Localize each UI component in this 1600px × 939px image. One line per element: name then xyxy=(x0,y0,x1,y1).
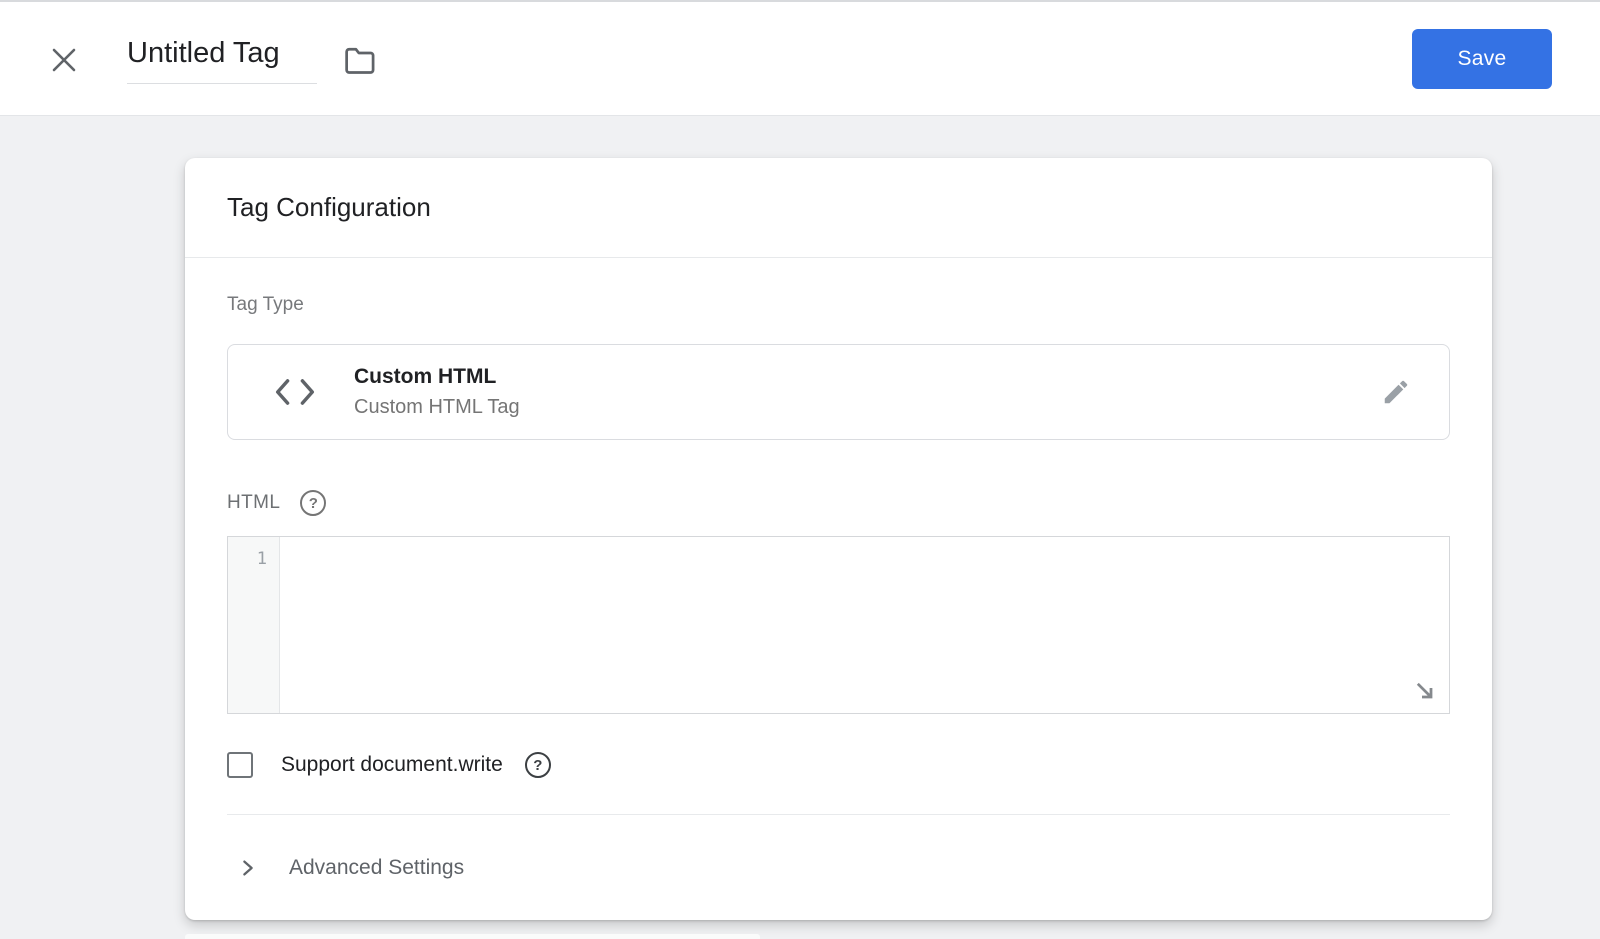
support-document-write-row: Support document.write ? xyxy=(227,752,1450,778)
editor-resize-handle[interactable] xyxy=(1413,679,1437,703)
advanced-settings-toggle[interactable]: Advanced Settings xyxy=(227,815,1450,921)
top-bar: Untitled Tag Save xyxy=(0,2,1600,116)
tag-type-label: Tag Type xyxy=(227,294,1450,316)
support-document-write-checkbox[interactable] xyxy=(227,752,253,778)
html-label: HTML xyxy=(227,492,280,514)
editor-line-number: 1 xyxy=(257,549,267,569)
tag-name-input[interactable]: Untitled Tag xyxy=(127,38,317,84)
next-card-top-edge xyxy=(185,934,760,939)
tag-type-selector[interactable]: Custom HTML Custom HTML Tag xyxy=(227,344,1450,440)
close-button[interactable] xyxy=(46,42,82,78)
gtm-tag-editor: { "header": { "title": "Untitled Tag", "… xyxy=(0,0,1600,939)
support-document-write-help-icon[interactable]: ? xyxy=(525,752,551,778)
chevron-right-icon xyxy=(239,858,257,878)
tag-type-description: Custom HTML Tag xyxy=(354,396,520,419)
code-icon xyxy=(274,377,316,407)
tag-type-text: Custom HTML Custom HTML Tag xyxy=(354,365,520,419)
tag-type-name: Custom HTML xyxy=(354,365,520,389)
tag-configuration-card: Tag Configuration Tag Type Custom HTML C… xyxy=(185,158,1492,920)
html-code-editor[interactable]: 1 xyxy=(227,536,1450,714)
folder-icon xyxy=(343,46,377,76)
editor-gutter: 1 xyxy=(228,537,280,713)
folder-button[interactable] xyxy=(340,42,380,80)
html-field-header: HTML ? xyxy=(227,490,1450,516)
card-body: Tag Type Custom HTML Custom HTML Tag HTM… xyxy=(185,294,1492,921)
card-title: Tag Configuration xyxy=(227,192,431,223)
save-button[interactable]: Save xyxy=(1412,29,1552,89)
edit-tag-type-button[interactable] xyxy=(1379,375,1413,409)
advanced-settings-label: Advanced Settings xyxy=(289,856,464,880)
card-header: Tag Configuration xyxy=(185,158,1492,258)
pencil-icon xyxy=(1381,377,1411,407)
html-code-input[interactable] xyxy=(280,537,1449,713)
close-icon xyxy=(49,45,79,75)
support-document-write-label: Support document.write xyxy=(281,753,503,777)
html-help-icon[interactable]: ? xyxy=(300,490,326,516)
resize-handle-icon xyxy=(1413,679,1437,703)
